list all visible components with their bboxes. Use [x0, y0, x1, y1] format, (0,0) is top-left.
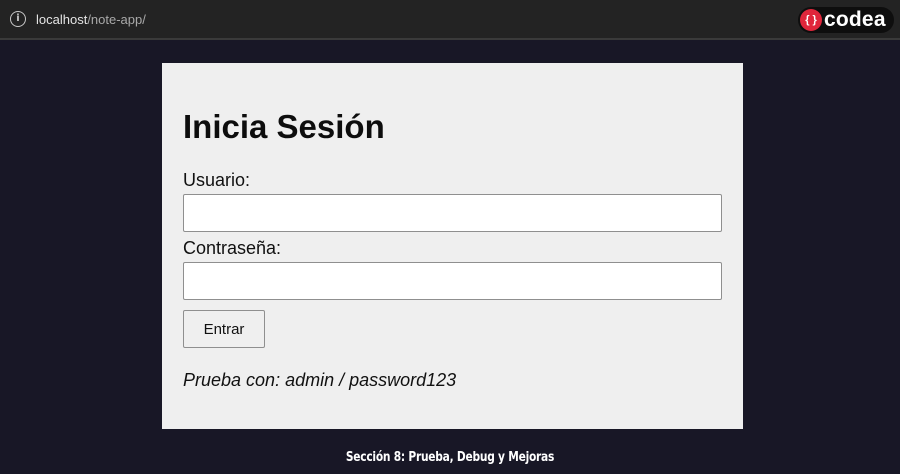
page-title: Inicia Sesión: [183, 108, 385, 145]
codea-wordmark: codea: [824, 8, 886, 31]
url-field[interactable]: localhost/note-app/: [36, 12, 146, 27]
password-label: Contraseña:: [183, 238, 282, 258]
credentials-hint: Prueba con: admin / password123: [183, 370, 457, 390]
password-input[interactable]: [183, 262, 722, 300]
codea-brackets-icon: { }: [800, 9, 822, 31]
info-icon[interactable]: i: [10, 11, 26, 27]
submit-button[interactable]: Entrar: [183, 310, 265, 348]
browser-address-bar: i localhost/note-app/ { } codea: [0, 0, 900, 40]
url-host: localhost: [36, 12, 88, 27]
codea-logo: { } codea: [798, 7, 894, 33]
login-card: Inicia Sesión Usuario: Contraseña: Entra…: [162, 63, 743, 429]
username-input[interactable]: [183, 194, 722, 232]
username-label: Usuario:: [183, 170, 251, 190]
section-caption: Sección 8: Prueba, Debug y Mejoras: [345, 450, 555, 465]
url-path: /note-app/: [87, 12, 146, 27]
